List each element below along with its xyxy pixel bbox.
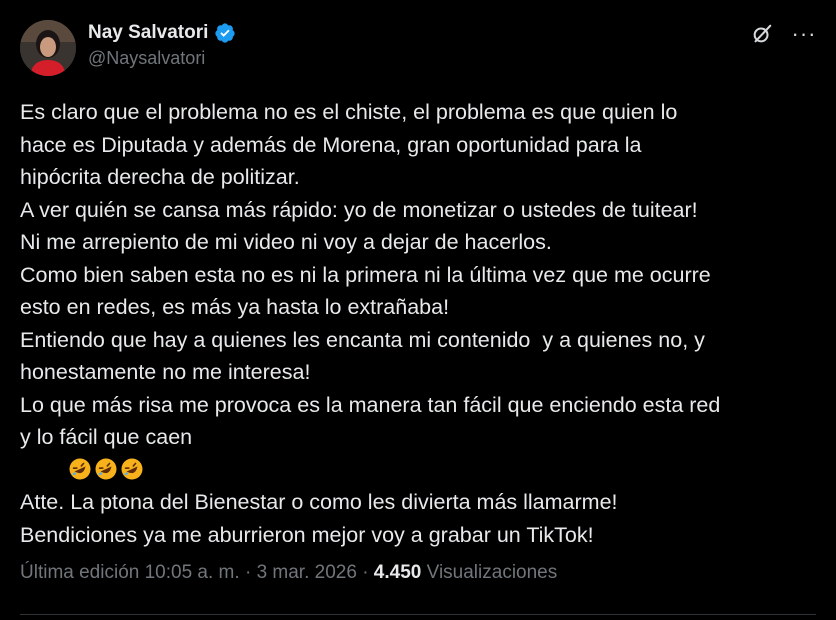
author-name[interactable]: Nay Salvatori <box>88 22 208 44</box>
tweet-meta: Última edición 10:05 a. m. · 3 mar. 2026… <box>20 562 557 584</box>
rolling-on-the-floor-laughing-emoji-icon <box>69 458 91 479</box>
rolling-on-the-floor-laughing-emoji-icon <box>121 458 143 479</box>
tweet-line: Como bien saben esta no es ni la primera… <box>20 262 711 287</box>
tweet-line: esto en redes, es más ya hasta lo extrañ… <box>20 295 450 319</box>
tweet-line: hace es Diputada y además de Morena, gra… <box>20 132 642 157</box>
grok-icon[interactable] <box>750 22 774 46</box>
tweet-line: hipócrita derecha de politizar. <box>20 165 300 189</box>
tweet-line: Atte. La ptona del Bienestar o como les … <box>20 490 618 514</box>
tweet-line: Es claro que el problema no es el chiste… <box>20 100 678 124</box>
author-handle[interactable]: @Naysalvatori <box>88 48 236 69</box>
tweet-line: y lo fácil que caen <box>20 425 199 449</box>
avatar-image <box>20 20 76 76</box>
emoji-group <box>20 458 146 482</box>
tweet-line: Ni me arrepiento de mi video ni voy a de… <box>20 230 552 254</box>
avatar[interactable] <box>20 20 76 76</box>
divider <box>20 614 816 615</box>
tweet-line: A ver quién se cansa más rápido: yo de m… <box>20 197 698 222</box>
tweet-actions: ··· <box>750 22 816 46</box>
tweet-line: Lo que más risa me provoca es la manera … <box>20 392 721 417</box>
views-label: Visualizaciones <box>426 562 558 583</box>
author-block: Nay Salvatori @Naysalvatori <box>88 22 236 69</box>
meta-separator: · <box>362 562 369 583</box>
edited-timestamp[interactable]: Última edición 10:05 a. m. <box>20 562 240 583</box>
rolling-on-the-floor-laughing-emoji-icon <box>95 458 117 479</box>
tweet-line: honestamente no me interesa! <box>20 360 311 384</box>
tweet-text: Es claro que el problema no es el chiste… <box>20 96 820 551</box>
tweet-date[interactable]: 3 mar. 2026 <box>257 562 357 583</box>
meta-separator: · <box>244 562 252 583</box>
tweet-line: Bendiciones ya me aburrieron mejor voy a… <box>20 522 594 547</box>
tweet-card: Nay Salvatori @Naysalvatori ··· Es claro… <box>0 0 836 620</box>
more-icon[interactable]: ··· <box>792 22 816 46</box>
views-count: 4.450 <box>373 562 422 583</box>
verified-badge-icon <box>215 23 236 43</box>
tweet-line: Entiendo que hay a quienes les encanta m… <box>20 327 705 352</box>
tweet-line-with-emoji: y lo fácil que caen <box>20 421 820 486</box>
